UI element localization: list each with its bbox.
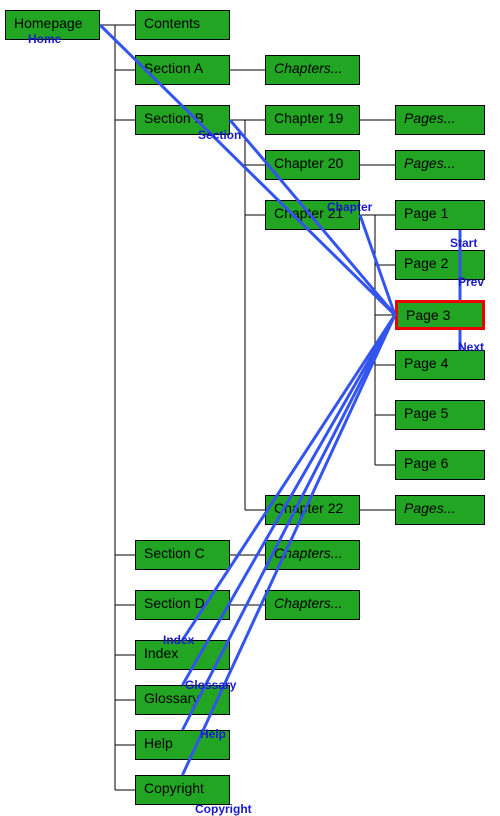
node-page6: Page 6 [395, 450, 485, 480]
link-label-start: Start [450, 236, 477, 250]
node-page4: Page 4 [395, 350, 485, 380]
node-chapter20: Chapter 20 [265, 150, 360, 180]
node-chaptersC: Chapters... [265, 540, 360, 570]
node-pages22: Pages... [395, 495, 485, 525]
node-sectionC: Section C [135, 540, 230, 570]
node-contents: Contents [135, 10, 230, 40]
node-sectionB: Section B [135, 105, 230, 135]
node-pages20: Pages... [395, 150, 485, 180]
node-pages19: Pages... [395, 105, 485, 135]
sitemap-diagram: Homepage Contents Section A Chapters... Sect… [0, 0, 500, 816]
node-page3: Page 3 [395, 300, 485, 330]
node-chapter22: Chapter 22 [265, 495, 360, 525]
node-chaptersD: Chapters... [265, 590, 360, 620]
node-chaptersA: Chapters... [265, 55, 360, 85]
node-chapter19: Chapter 19 [265, 105, 360, 135]
node-sectionA: Section A [135, 55, 230, 85]
node-page2: Page 2 [395, 250, 485, 280]
node-copyright: Copyright [135, 775, 230, 805]
node-help: Help [135, 730, 230, 760]
node-homepage: Homepage [5, 10, 100, 40]
node-index: Index [135, 640, 230, 670]
node-page1: Page 1 [395, 200, 485, 230]
node-glossary: Glossary [135, 685, 230, 715]
node-chapter21: Chapter 21 [265, 200, 360, 230]
node-sectionD: Section D [135, 590, 230, 620]
node-page5: Page 5 [395, 400, 485, 430]
